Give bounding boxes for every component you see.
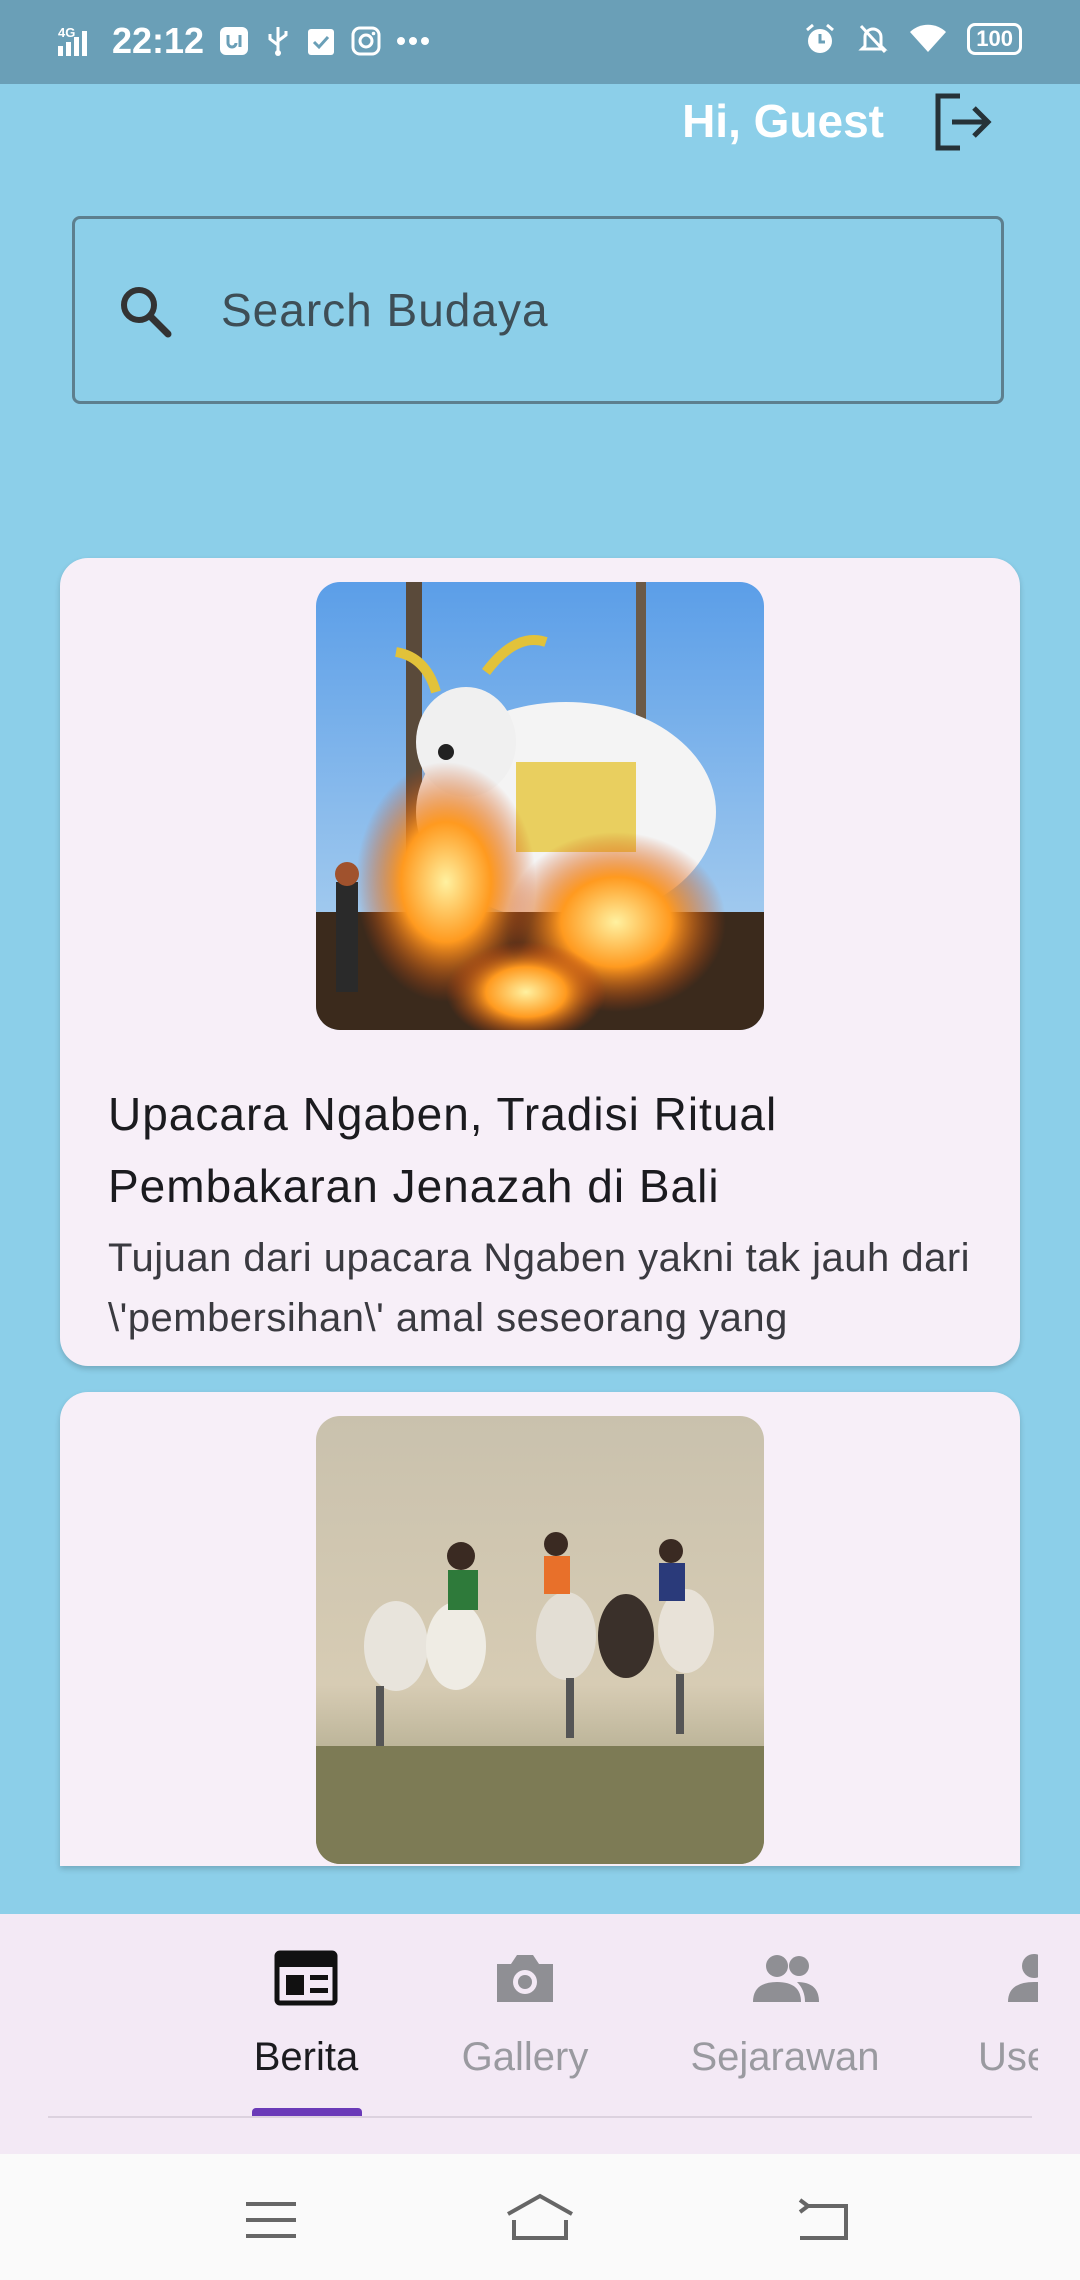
back-icon[interactable] [796, 2198, 850, 2247]
logout-icon[interactable] [930, 90, 994, 154]
alarm-icon [803, 22, 837, 56]
more-dots-icon [396, 36, 430, 46]
person-icon [1008, 1950, 1038, 2011]
mute-icon [857, 22, 889, 56]
search-icon [115, 281, 175, 341]
network-label: 4G [58, 25, 75, 40]
active-tab-indicator [252, 2108, 362, 2116]
usb-debug-icon [218, 25, 250, 57]
search-field[interactable]: Search Budaya [72, 216, 1004, 404]
tab-user[interactable]: Use [978, 1950, 1038, 2080]
search-placeholder: Search Budaya [221, 284, 549, 336]
instagram-icon [350, 25, 382, 57]
signal-icon: 4G [58, 24, 98, 58]
usb-icon [264, 25, 292, 57]
tab-gallery[interactable]: Gallery [450, 1950, 600, 2080]
tab-berita[interactable]: Berita [236, 1950, 376, 2080]
task-icon [306, 25, 336, 57]
tab-label: Sejarawan [690, 2035, 880, 2079]
clock: 22:12 [112, 20, 205, 61]
tab-sejarawan[interactable]: Sejarawan [680, 1950, 890, 2080]
wifi-icon [909, 24, 947, 54]
tab-label: Gallery [461, 2035, 589, 2079]
battery-indicator: 100 [967, 23, 1022, 55]
camera-icon [450, 1950, 600, 2011]
article-image [316, 1416, 764, 1864]
menu-icon[interactable] [244, 2200, 298, 2245]
article-title: Upacara Ngaben, Tradisi Ritual Pembakara… [108, 1088, 778, 1212]
status-bar: 4G 22:12 100 [0, 0, 1080, 84]
tab-label: Berita [253, 2035, 359, 2079]
bottom-navigation: Berita Gallery Sejarawan Us [0, 1914, 1080, 2154]
home-icon[interactable] [504, 2192, 576, 2247]
greeting-text: Hi, Guest [682, 95, 884, 147]
nav-divider [48, 2116, 1032, 2118]
article-image [316, 582, 764, 1030]
newspaper-icon [236, 1950, 376, 2011]
tab-label: Use [978, 2035, 1038, 2079]
system-navigation-bar [0, 2154, 1080, 2280]
article-card[interactable] [60, 1392, 1020, 1866]
article-description: Tujuan dari upacara Ngaben yakni tak jau… [108, 1236, 971, 1340]
people-icon [680, 1950, 890, 2011]
article-card[interactable]: Upacara Ngaben, Tradisi Ritual Pembakara… [60, 558, 1020, 1366]
